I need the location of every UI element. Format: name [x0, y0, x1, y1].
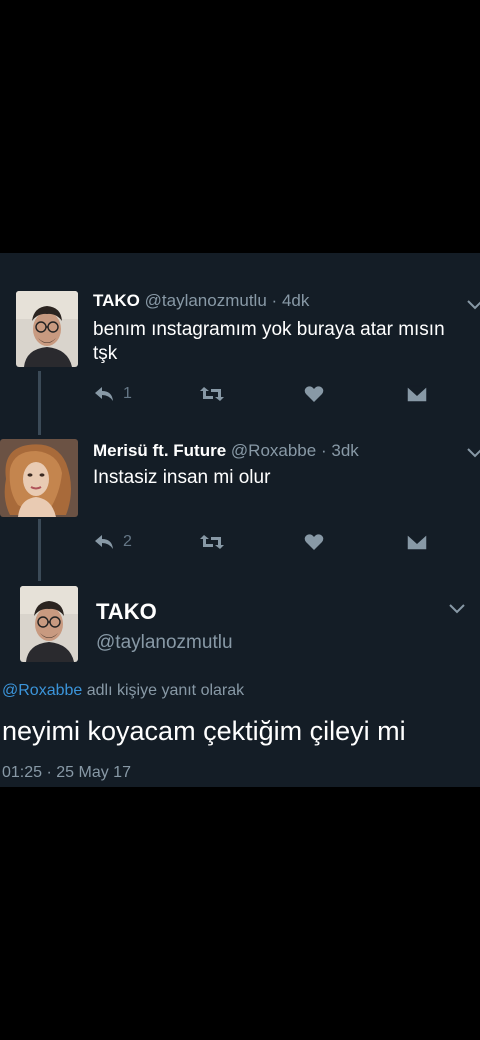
reply-icon — [95, 535, 113, 549]
separator: · — [320, 441, 327, 460]
username[interactable]: @Roxabbe — [231, 441, 316, 460]
tweet-text: Instasiz insan mi olur — [93, 467, 271, 488]
thread-connector — [38, 371, 41, 435]
retweet-icon — [200, 387, 224, 401]
direct-message-button[interactable] — [406, 385, 428, 403]
mention-link[interactable]: @Roxabbe — [2, 682, 82, 699]
display-name[interactable]: TAKO — [93, 291, 140, 310]
like-icon — [304, 386, 324, 402]
tweet-actions: 2 — [93, 533, 433, 557]
reply-icon — [95, 387, 113, 401]
retweet-button[interactable] — [199, 385, 225, 403]
tweet-text: neyimi koyacam çektiğim çileyi mi — [2, 716, 406, 746]
direct-message-icon — [406, 385, 428, 403]
tweet-header: Merisü ft. Future @Roxabbe · 3dk — [93, 441, 359, 461]
direct-message-icon — [406, 533, 428, 551]
avatar[interactable] — [16, 291, 78, 367]
thread-connector — [38, 519, 41, 581]
timestamp[interactable]: 4dk — [282, 291, 309, 310]
reply-button[interactable]: 1 — [93, 385, 132, 403]
chevron-down-icon[interactable] — [466, 447, 480, 459]
reply-context-text: adlı kişiye yanıt olarak — [82, 682, 245, 699]
tweet-text: benım ınstagramım yok buraya atar mısın … — [93, 319, 445, 364]
tweet-actions: 1 — [93, 385, 433, 409]
tweet-header: TAKO @taylanozmutlu · 4dk — [93, 291, 309, 311]
chevron-down-icon[interactable] — [448, 603, 466, 615]
reply-count: 2 — [123, 533, 132, 550]
separator: · — [271, 291, 278, 310]
chevron-down-icon[interactable] — [466, 299, 480, 311]
display-name[interactable]: TAKO — [96, 599, 157, 625]
avatar[interactable] — [20, 586, 78, 662]
timestamp[interactable]: 3dk — [331, 441, 358, 460]
retweet-button[interactable] — [199, 533, 225, 551]
timestamp[interactable]: 01:25 · 25 May 17 — [2, 764, 131, 782]
retweet-icon — [200, 535, 224, 549]
like-button[interactable] — [304, 385, 324, 403]
username[interactable]: @taylanozmutlu — [145, 291, 267, 310]
tweet-thread: TAKO @taylanozmutlu · 4dk benım ınstagra… — [0, 253, 480, 787]
direct-message-button[interactable] — [406, 533, 428, 551]
like-button[interactable] — [304, 533, 324, 551]
reply-button[interactable]: 2 — [93, 533, 132, 551]
reply-context: @Roxabbe adlı kişiye yanıt olarak — [2, 682, 244, 700]
reply-count: 1 — [123, 385, 132, 402]
display-name[interactable]: Merisü ft. Future — [93, 441, 226, 460]
username[interactable]: @taylanozmutlu — [96, 632, 233, 654]
avatar[interactable] — [0, 439, 78, 517]
like-icon — [304, 534, 324, 550]
